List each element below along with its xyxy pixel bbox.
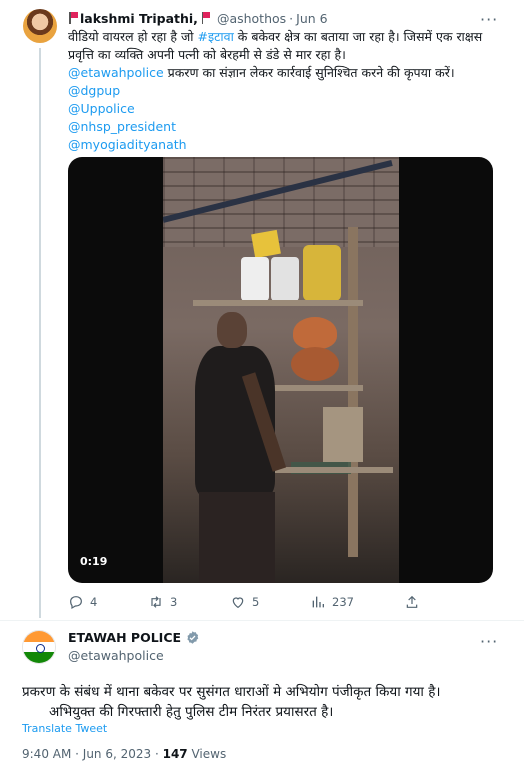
reply-count: 4 — [90, 595, 98, 609]
tweet-quoted[interactable]: lakshmi Tripathi, @ashothos · Jun 6 ··· … — [0, 0, 524, 620]
views-count: 237 — [332, 595, 354, 609]
like-icon — [232, 597, 244, 609]
avatar-lakshmi[interactable] — [23, 9, 57, 43]
flag-icon — [68, 12, 78, 24]
tweet-date[interactable]: Jun 6 — [296, 11, 327, 26]
verified-icon — [187, 631, 199, 644]
like-count: 5 — [252, 595, 260, 609]
tweet-full-date[interactable]: Jun 6, 2023 — [83, 747, 151, 761]
tweet-text-line: प्रवृत्ति का व्यक्ति अपनी पत्नी को बेरहम… — [68, 47, 346, 62]
reply-icon — [70, 596, 82, 610]
hashtag-link[interactable]: #इटावा — [197, 29, 233, 44]
author-name[interactable]: ETAWAH POLICE — [68, 630, 181, 645]
video-frame — [163, 157, 399, 583]
shelf — [193, 300, 363, 306]
tweet2-text: प्रकरण के संबंध में थाना बकेवर पर सुसंगत… — [22, 682, 502, 722]
tweet1-actions: 4 3 5 237 — [68, 594, 448, 612]
mention-link[interactable]: @dgpup — [68, 82, 498, 100]
person-figure — [195, 312, 287, 583]
white-jug — [241, 257, 269, 301]
retweet-count: 3 — [170, 595, 178, 609]
mention-link[interactable]: @etawahpolice — [68, 65, 164, 80]
flag-icon — [201, 12, 211, 24]
views-label: Views — [187, 747, 227, 761]
author-handle[interactable]: @etawahpolice — [68, 648, 164, 663]
tweet1-text: वीडियो वायरल हो रहा है जो #इटावा के बकेव… — [68, 28, 498, 154]
text-segment: के बकेवर क्षेत्र का बताया जा रहा है। जिस… — [233, 29, 483, 44]
flag-white — [23, 641, 55, 653]
like-button[interactable]: 5 — [230, 594, 259, 610]
views-number: 147 — [162, 747, 188, 761]
separator-dot: · — [71, 747, 83, 761]
tweet-time[interactable]: 9:40 AM — [22, 747, 71, 761]
yellow-jug — [303, 245, 341, 301]
white-jug — [271, 257, 299, 301]
avatar-etawah-police[interactable] — [22, 630, 56, 664]
views-button[interactable]: 237 — [310, 594, 354, 610]
more-icon[interactable]: ··· — [480, 632, 498, 651]
retweet-button[interactable]: 3 — [148, 594, 177, 610]
retweet-icon — [151, 596, 161, 608]
tweet-meta: 9:40 AM · Jun 6, 2023 · 147 Views — [22, 747, 226, 761]
tweet-text-line: वीडियो वायरल हो रहा है जो #इटावा के बकेव… — [68, 28, 498, 46]
tweet-text-line: प्रकरण के संबंध में थाना बकेवर पर सुसंगत… — [22, 684, 441, 700]
author-handle[interactable]: @ashothos — [217, 11, 286, 26]
share-icon — [406, 595, 418, 608]
tweet1-header: lakshmi Tripathi, @ashothos · Jun 6 — [68, 9, 328, 27]
author-name[interactable]: lakshmi Tripathi, — [80, 11, 198, 26]
mention-link[interactable]: @myogiadityanath — [68, 136, 498, 154]
separator-dot: · — [289, 10, 294, 26]
reply-button[interactable]: 4 — [68, 594, 97, 610]
translate-tweet-link[interactable]: Translate Tweet — [22, 722, 107, 735]
video-player[interactable]: 0:19 — [68, 157, 493, 583]
shelf-post — [348, 227, 358, 557]
yellow-box — [251, 229, 281, 259]
mention-link[interactable]: @nhsp_president — [68, 118, 498, 136]
person-head — [217, 312, 247, 348]
tweet-text-line: अभियुक्त की गिरफ्तारी हेतु पुलिस टीम निर… — [49, 704, 334, 720]
thread-line — [39, 48, 41, 618]
flag-green — [23, 652, 55, 663]
video-duration: 0:19 — [80, 555, 108, 568]
cardboard-box — [323, 407, 363, 462]
text-segment: वीडियो वायरल हो रहा है जो — [68, 29, 198, 44]
share-button[interactable] — [404, 594, 426, 610]
person-clothing — [199, 492, 275, 583]
clay-pot — [293, 317, 337, 349]
clay-pot — [291, 347, 339, 381]
tweet-text-line: @etawahpolice प्रकरण का संज्ञान लेकर कार… — [68, 64, 498, 82]
flag-saffron — [23, 631, 55, 642]
author-name-row: ETAWAH POLICE — [68, 630, 200, 645]
views-icon — [312, 596, 324, 608]
mention-link[interactable]: @Uppolice — [68, 100, 498, 118]
separator-dot: · — [151, 747, 163, 761]
divider — [0, 620, 524, 621]
text-segment: प्रकरण का संज्ञान लेकर कार्रवाई सुनिश्चि… — [163, 65, 455, 80]
more-icon[interactable]: ··· — [480, 10, 498, 29]
